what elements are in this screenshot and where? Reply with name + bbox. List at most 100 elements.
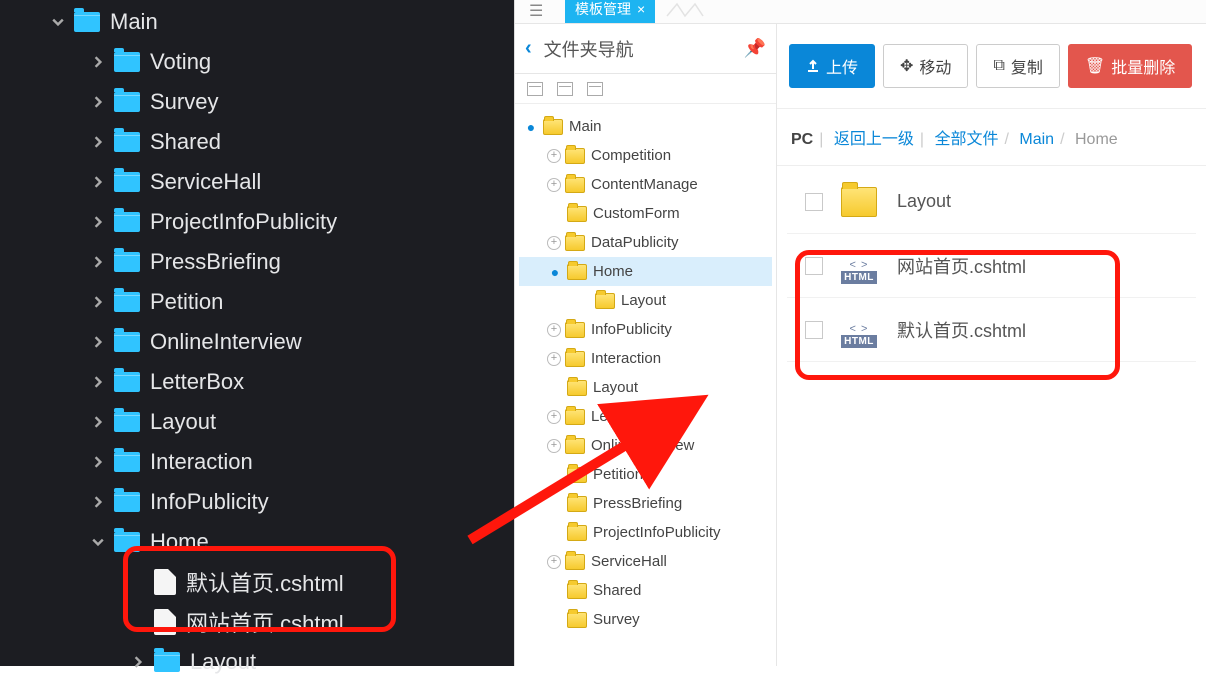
mid-tree-root[interactable]: ● Main [519, 112, 772, 141]
folder-icon [114, 492, 140, 512]
breadcrumb-main[interactable]: Main [1019, 131, 1054, 148]
mid-tree-item[interactable]: +LetterBox [519, 402, 772, 431]
html-file-icon: < >HTML [841, 312, 877, 348]
chevron-down-icon [50, 14, 66, 30]
checkbox[interactable] [805, 193, 823, 211]
folder-icon [114, 332, 140, 352]
expand-icon[interactable]: + [547, 323, 561, 337]
breadcrumb-all[interactable]: 全部文件 [934, 131, 998, 148]
copy-icon: ⧉ [993, 57, 1004, 75]
chevron-right-icon [90, 54, 106, 70]
delete-button[interactable]: 🗑批量删除 [1068, 44, 1192, 88]
expand-icon[interactable]: + [547, 149, 561, 163]
mid-tree-item[interactable]: + Interaction [519, 344, 772, 373]
tree-label: ServiceHall [150, 169, 261, 195]
tree-label: Home [593, 263, 633, 280]
tree-item[interactable]: PressBriefing [0, 242, 514, 282]
tree-label: ProjectInfoPublicity [150, 209, 337, 235]
mid-tree-item[interactable]: +DataPublicity [519, 228, 772, 257]
tree-label: ServiceHall [591, 553, 667, 570]
layout-icon[interactable] [557, 82, 573, 96]
tree-label: InfoPublicity [150, 489, 269, 515]
tree-item[interactable]: Voting [0, 42, 514, 82]
menu-icon[interactable]: ☰ [529, 1, 549, 21]
layout-icon[interactable] [527, 82, 543, 96]
tree-label: Layout [621, 292, 666, 309]
tab-template-manage[interactable]: 模板管理 × [565, 0, 655, 23]
tree-item[interactable]: OnlineInterview [0, 322, 514, 362]
tree-label: Interaction [591, 350, 661, 367]
button-label: 复制 [1011, 54, 1043, 78]
close-icon[interactable]: × [637, 1, 645, 17]
collapse-icon[interactable]: ● [523, 119, 539, 135]
chevron-right-icon [90, 454, 106, 470]
expand-icon[interactable]: + [547, 178, 561, 192]
back-arrow-icon[interactable]: ‹ [525, 37, 532, 60]
tree-file-item[interactable]: 网站首页.cshtml [0, 602, 514, 642]
mid-tree-item[interactable]: Layout [519, 286, 772, 315]
mid-tree-item[interactable]: Layout [519, 373, 772, 402]
mid-tree-item[interactable]: Shared [519, 576, 772, 605]
tree-label: OnlineInterview [591, 437, 694, 454]
mid-tree-item[interactable]: CustomForm [519, 199, 772, 228]
tree-item[interactable]: Shared [0, 122, 514, 162]
file-row-folder[interactable]: Layout [787, 170, 1196, 234]
breadcrumb-pc: PC [791, 131, 813, 148]
button-label: 上传 [826, 54, 858, 78]
html-file-icon: < >HTML [841, 248, 877, 284]
upload-button[interactable]: 上传 [789, 44, 875, 88]
mid-tree-item[interactable]: PressBriefing [519, 489, 772, 518]
pin-icon[interactable]: 📌 [744, 38, 766, 59]
tree-item-home[interactable]: Home [0, 522, 514, 562]
checkbox[interactable] [805, 257, 823, 275]
tree-label: InfoPublicity [591, 321, 672, 338]
mid-tree-item[interactable]: Petition [519, 460, 772, 489]
file-name: Layout [897, 191, 951, 212]
tree-item[interactable]: Survey [0, 82, 514, 122]
expand-icon[interactable]: + [547, 439, 561, 453]
tree-label: Survey [593, 611, 640, 628]
tree-file-item[interactable]: 默认首页.cshtml [0, 562, 514, 602]
breadcrumb-back[interactable]: 返回上一级 [834, 131, 914, 148]
spacer [547, 467, 563, 483]
move-button[interactable]: ✥移动 [883, 44, 968, 88]
collapse-icon[interactable]: ● [547, 264, 563, 280]
tree-item[interactable]: ServiceHall [0, 162, 514, 202]
move-icon: ✥ [900, 56, 913, 76]
chevron-right-icon [90, 494, 106, 510]
tree-item[interactable]: Petition [0, 282, 514, 322]
tree-item-main[interactable]: Main [0, 2, 514, 42]
expand-icon[interactable]: + [547, 352, 561, 366]
expand-icon[interactable]: + [547, 410, 561, 424]
tree-item[interactable]: ProjectInfoPublicity [0, 202, 514, 242]
layout-icon[interactable] [587, 82, 603, 96]
folder-icon [841, 187, 877, 217]
tree-item[interactable]: LetterBox [0, 362, 514, 402]
mid-tree-item[interactable]: Survey [519, 605, 772, 634]
folder-icon [567, 467, 587, 483]
file-row[interactable]: < >HTML 默认首页.cshtml [787, 298, 1196, 362]
tree-item[interactable]: Interaction [0, 442, 514, 482]
tree-label: OnlineInterview [150, 329, 302, 355]
expand-icon[interactable]: + [547, 555, 561, 569]
ghost-tabs-icon [665, 0, 705, 23]
tree-item[interactable]: Layout [0, 402, 514, 442]
file-list-column: 上传 ✥移动 ⧉ 复制 🗑批量删除 PC| 返回上一级| 全部文件/ Main/ … [777, 24, 1206, 666]
mid-tree-item[interactable]: +Competition [519, 141, 772, 170]
breadcrumb: PC| 返回上一级| 全部文件/ Main/ Home [777, 109, 1206, 166]
mid-tree-item[interactable]: + ServiceHall [519, 547, 772, 576]
checkbox[interactable] [805, 321, 823, 339]
tree-item[interactable]: InfoPublicity [0, 482, 514, 522]
mid-tree-item[interactable]: +ContentManage [519, 170, 772, 199]
chevron-right-icon [90, 94, 106, 110]
spacer [547, 380, 563, 396]
tree-label: Home [150, 529, 209, 555]
mid-tree-item[interactable]: ProjectInfoPublicity [519, 518, 772, 547]
tree-item-layout[interactable]: Layout [0, 642, 514, 682]
copy-button[interactable]: ⧉ 复制 [976, 44, 1059, 88]
mid-tree-item[interactable]: + InfoPublicity [519, 315, 772, 344]
file-row[interactable]: < >HTML 网站首页.cshtml [787, 234, 1196, 298]
mid-tree-item[interactable]: ● Home [519, 257, 772, 286]
expand-icon[interactable]: + [547, 236, 561, 250]
mid-tree-item[interactable]: + OnlineInterview [519, 431, 772, 460]
